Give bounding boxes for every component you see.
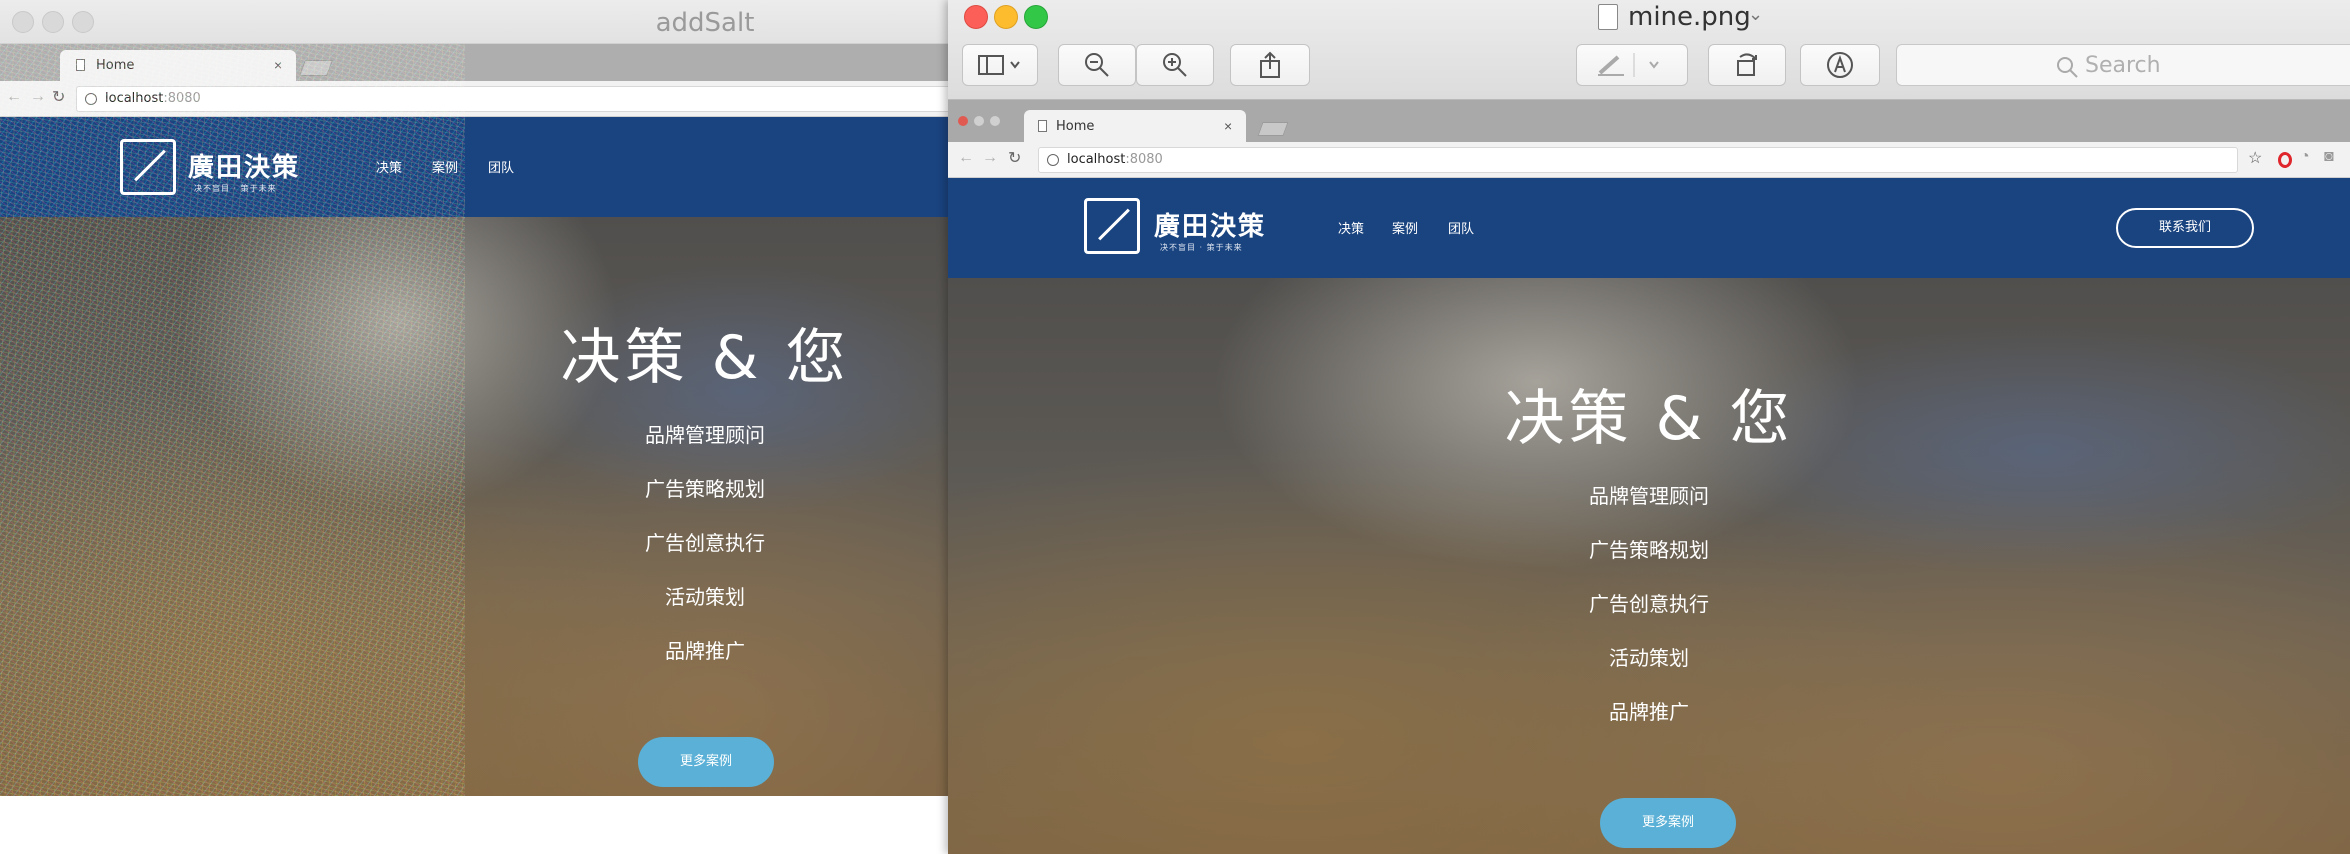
forward-icon[interactable]: → — [30, 88, 46, 106]
nav-link-cases[interactable]: 案例 — [1392, 218, 1418, 237]
window-title[interactable]: mine.png — [1628, 2, 1751, 32]
service-item: 广告创意执行 — [1589, 592, 1709, 616]
new-tab-button[interactable] — [299, 60, 333, 76]
pen-circle-icon — [1827, 52, 1853, 78]
new-tab-button[interactable] — [1257, 122, 1289, 136]
logo-tagline: 决不盲目 · 策于未来 — [1160, 243, 1243, 252]
preview-toolbar: mine.png ⌄ Search — [948, 0, 2350, 100]
minimize-dot[interactable] — [974, 116, 984, 126]
page-icon — [76, 59, 85, 71]
zoom-out-button[interactable] — [1058, 44, 1136, 86]
reload-icon[interactable]: ↻ — [1008, 148, 1021, 168]
star-icon[interactable]: ☆ — [2248, 148, 2262, 168]
browser-tab[interactable]: Home × — [1024, 110, 1246, 142]
info-icon — [85, 93, 97, 105]
logo-tagline: 决不盲目 · 策于未来 — [194, 184, 277, 193]
highlighter-icon — [1598, 53, 1659, 77]
nav-link-decision[interactable]: 决策 — [1338, 218, 1364, 237]
browser-address-bar: ← → ↻ localhost:8080 — [0, 81, 950, 117]
service-item: 品牌推广 — [1609, 700, 1689, 724]
back-icon[interactable]: ← — [958, 149, 974, 167]
url-field[interactable]: localhost:8080 — [1038, 147, 2238, 173]
search-input[interactable]: Search — [1896, 44, 2350, 86]
share-button[interactable] — [1230, 44, 1310, 86]
close-button[interactable] — [964, 5, 988, 29]
site-header: 廣田決策 决不盲目 · 策于未来 决策 案例 团队 联系我们 — [948, 178, 2350, 278]
browser-address-bar: ← → ↻ localhost:8080 ☆ ◔ ◙ — [948, 142, 2350, 178]
service-item: 广告创意执行 — [645, 531, 765, 555]
url-text: localhost:8080 — [1067, 152, 1163, 167]
nav-link-decision[interactable]: 决策 — [376, 157, 402, 176]
zoom-in-icon — [1163, 53, 1187, 77]
back-icon[interactable]: ← — [6, 88, 22, 106]
share-icon — [1260, 51, 1280, 78]
minimize-button[interactable] — [994, 5, 1018, 29]
annotate-button[interactable] — [1800, 44, 1880, 86]
logo-text[interactable]: 廣田決策 — [1154, 206, 1266, 243]
window-title: addSalt — [655, 8, 755, 38]
nav-link-cases[interactable]: 案例 — [432, 157, 458, 176]
zoom-out-icon — [1085, 53, 1109, 77]
service-item: 品牌管理顾问 — [645, 423, 765, 447]
sidebar-toggle-button[interactable] — [962, 44, 1038, 86]
reload-icon[interactable]: ↻ — [52, 87, 65, 107]
zoom-in-button[interactable] — [1136, 44, 1214, 86]
service-item: 活动策划 — [665, 585, 745, 609]
info-icon — [1047, 154, 1059, 166]
extension-icon[interactable]: ◙ — [2324, 148, 2334, 166]
service-item: 品牌管理顾问 — [1589, 484, 1709, 508]
hero-title: 决策 & 您 — [1504, 384, 1794, 454]
hero-section: 决策 & 您 品牌管理顾问 广告策略规划 广告创意执行 活动策划 品牌推广 更多… — [948, 278, 2350, 854]
tab-label: Home — [1056, 119, 1095, 134]
tab-close-icon[interactable]: × — [274, 57, 282, 73]
more-cases-button[interactable]: 更多案例 — [1600, 798, 1736, 848]
tab-close-icon[interactable]: × — [1224, 118, 1232, 134]
logo-icon[interactable] — [120, 139, 176, 195]
contact-us-button[interactable]: 联系我们 — [2116, 208, 2254, 248]
browser-tab[interactable]: Home × — [60, 50, 296, 81]
browser-tab-bar: Home × — [0, 44, 950, 81]
search-placeholder: Search — [2085, 53, 2161, 78]
more-cases-button[interactable]: 更多案例 — [638, 737, 774, 787]
service-item: 活动策划 — [1609, 646, 1689, 670]
opera-icon[interactable] — [2278, 152, 2292, 168]
extension-icon[interactable]: ◔ — [2300, 148, 2310, 166]
tab-label: Home — [96, 58, 135, 73]
nav-link-team[interactable]: 团队 — [488, 157, 514, 176]
hero-section: 决策 & 您 品牌管理顾问 广告策略规划 广告创意执行 活动策划 品牌推广 更多… — [0, 217, 950, 796]
png-file-icon — [1598, 4, 1618, 30]
logo-text[interactable]: 廣田決策 — [188, 147, 300, 184]
nav-link-team[interactable]: 团队 — [1448, 218, 1474, 237]
image-canvas: Home × ← → ↻ localhost:8080 ☆ ◔ ◙ 廣田決策 决… — [948, 100, 2350, 854]
url-field[interactable]: localhost:8080 — [76, 86, 950, 112]
rotate-icon — [1737, 53, 1757, 76]
forward-icon[interactable]: → — [982, 149, 998, 167]
service-item: 品牌推广 — [665, 639, 745, 663]
preview-window: mine.png ⌄ Search Home × ← → ↻ localhost… — [948, 0, 2350, 854]
markup-button[interactable] — [1576, 44, 1688, 86]
url-text: localhost:8080 — [105, 91, 201, 106]
browser-tab-bar: Home × — [948, 100, 2350, 142]
hero-title: 决策 & 您 — [560, 323, 850, 393]
close-dot[interactable] — [958, 116, 968, 126]
service-item: 广告策略规划 — [1589, 538, 1709, 562]
site-header: 廣田決策 决不盲目 · 策于未来 决策 案例 团队 — [0, 117, 950, 217]
zoom-button[interactable] — [1024, 5, 1048, 29]
service-item: 广告策略规划 — [645, 477, 765, 501]
rotate-button[interactable] — [1708, 44, 1786, 86]
chevron-down-icon[interactable]: ⌄ — [1748, 4, 1763, 25]
logo-icon[interactable] — [1084, 198, 1140, 254]
sidebar-icon — [978, 55, 1020, 75]
page-icon — [1038, 120, 1047, 132]
search-icon — [2057, 57, 2078, 78]
addsalt-window: addSalt Home × ← → ↻ localhost:8080 廣田決策… — [0, 0, 950, 854]
zoom-dot[interactable] — [990, 116, 1000, 126]
window-titlebar: addSalt — [0, 0, 950, 44]
